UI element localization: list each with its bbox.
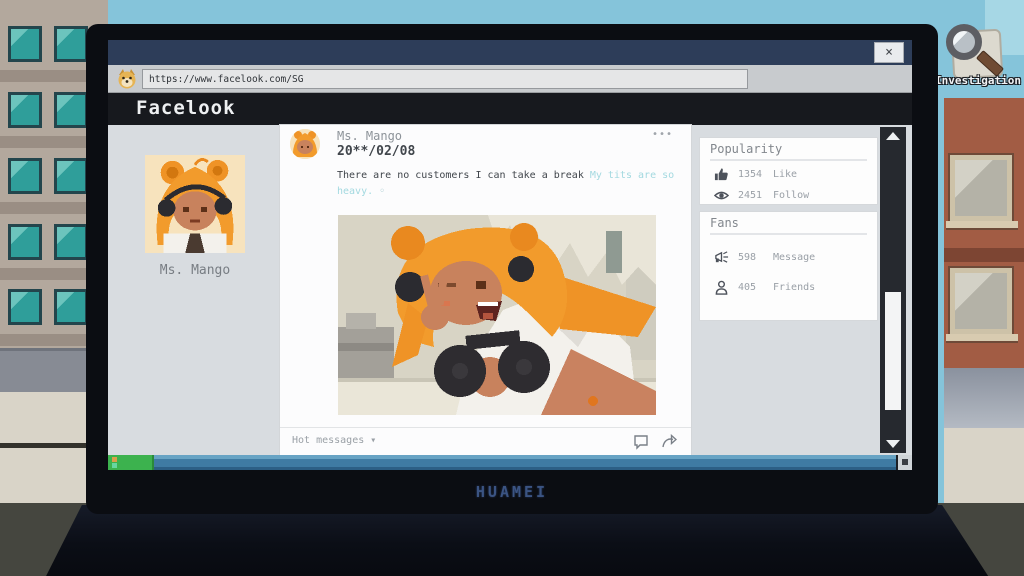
browser-urlbar (108, 65, 912, 93)
building-right (944, 98, 1024, 368)
corner-glyph (902, 459, 908, 465)
window-sill (946, 221, 1018, 230)
site-logo: Facelook (136, 97, 236, 119)
post-image[interactable] (338, 215, 656, 415)
taskbar-start-button[interactable] (108, 455, 154, 470)
stat-row-message: 598 Message (714, 249, 877, 265)
building-window (8, 26, 42, 62)
like-count: 1354 (738, 169, 764, 180)
panel-title: Fans (710, 216, 867, 235)
building-ledge (944, 368, 1024, 428)
follow-count: 2451 (738, 190, 764, 201)
friends-count: 405 (738, 282, 764, 293)
scroll-down-arrow[interactable] (886, 440, 900, 448)
browser-titlebar[interactable]: × (108, 40, 912, 65)
message-count: 598 (738, 252, 764, 263)
investigation-button[interactable]: Investigation (936, 22, 1018, 92)
pixel-dot (112, 457, 117, 462)
laptop-base (0, 505, 1024, 576)
page-content: Ms. Mango Ms. Mango 20* (108, 125, 912, 455)
eye-icon (714, 188, 729, 203)
post-footer: Hot messages ▾ (280, 427, 691, 455)
profile-name: Ms. Mango (125, 263, 265, 278)
fans-panel: Fans 598 Message (699, 211, 878, 321)
post-author-name: Ms. Mango (337, 129, 402, 143)
building-window (54, 26, 88, 62)
pixel-dot (112, 463, 117, 468)
popularity-panel: Popularity 1354 Like (699, 137, 878, 205)
post-text: There are no customers I can take a brea… (337, 168, 687, 200)
stat-row-follow: 2451 Follow (714, 187, 877, 203)
building-window (950, 155, 1012, 221)
stat-row-friends: 405 Friends (714, 279, 877, 295)
game-screen: Investigation HUAMEI × (0, 0, 1024, 576)
laptop-screen: × Facelook (108, 40, 912, 470)
building-window (54, 289, 88, 325)
panel-title: Popularity (710, 142, 867, 161)
building-window (950, 268, 1012, 334)
post-date: 20**/02/08 (337, 144, 415, 159)
post-card: Ms. Mango 20**/02/08 ••• There are no cu… (280, 125, 691, 455)
share-arrow-icon[interactable] (661, 434, 677, 450)
horizontal-scrollbar[interactable] (108, 455, 912, 470)
comments-sort-dropdown[interactable]: Hot messages ▾ (292, 435, 376, 446)
post-text-plain: There are no customers I can take a brea… (337, 170, 590, 181)
building-window (8, 158, 42, 194)
avatar-art (145, 155, 245, 253)
building-window (8, 224, 42, 260)
url-input[interactable] (142, 69, 748, 89)
post-menu-button[interactable]: ••• (652, 129, 673, 140)
profile-avatar (145, 155, 245, 253)
investigation-label: Investigation (926, 74, 1024, 87)
post-actions (633, 434, 677, 450)
building-band (944, 248, 1024, 262)
close-button[interactable]: × (874, 42, 904, 63)
follow-label: Follow (773, 190, 809, 201)
window-sill (946, 334, 1018, 343)
dropdown-label: Hot messages (292, 435, 364, 446)
building-window (8, 289, 42, 325)
vertical-scrollbar[interactable] (880, 127, 906, 453)
chat-bubble-icon[interactable] (633, 434, 649, 450)
scrollbar-corner-button[interactable] (896, 455, 912, 470)
building-window (54, 92, 88, 128)
scroll-up-arrow[interactable] (886, 132, 900, 140)
building-window (54, 158, 88, 194)
message-label: Message (773, 252, 815, 263)
post-author-avatar (290, 129, 320, 159)
laptop-brand: HUAMEI (86, 483, 938, 501)
laptop-bezel: HUAMEI × Facelook (86, 24, 938, 514)
magnifier-icon (946, 24, 982, 60)
site-header: Facelook (108, 93, 912, 125)
droplet-mark: ◦ (373, 186, 385, 197)
person-icon (714, 280, 729, 295)
stat-row-like: 1354 Like (714, 166, 877, 182)
chevron-down-icon: ▾ (370, 435, 376, 446)
post-image-art (338, 215, 656, 415)
doge-icon (116, 68, 138, 90)
building-window (54, 224, 88, 260)
friends-label: Friends (773, 282, 815, 293)
like-label: Like (773, 169, 797, 180)
building-window (8, 92, 42, 128)
thumbs-up-icon (714, 167, 729, 182)
megaphone-icon (714, 250, 729, 265)
scrollbar-thumb[interactable] (885, 292, 901, 410)
avatar-art (290, 129, 320, 159)
